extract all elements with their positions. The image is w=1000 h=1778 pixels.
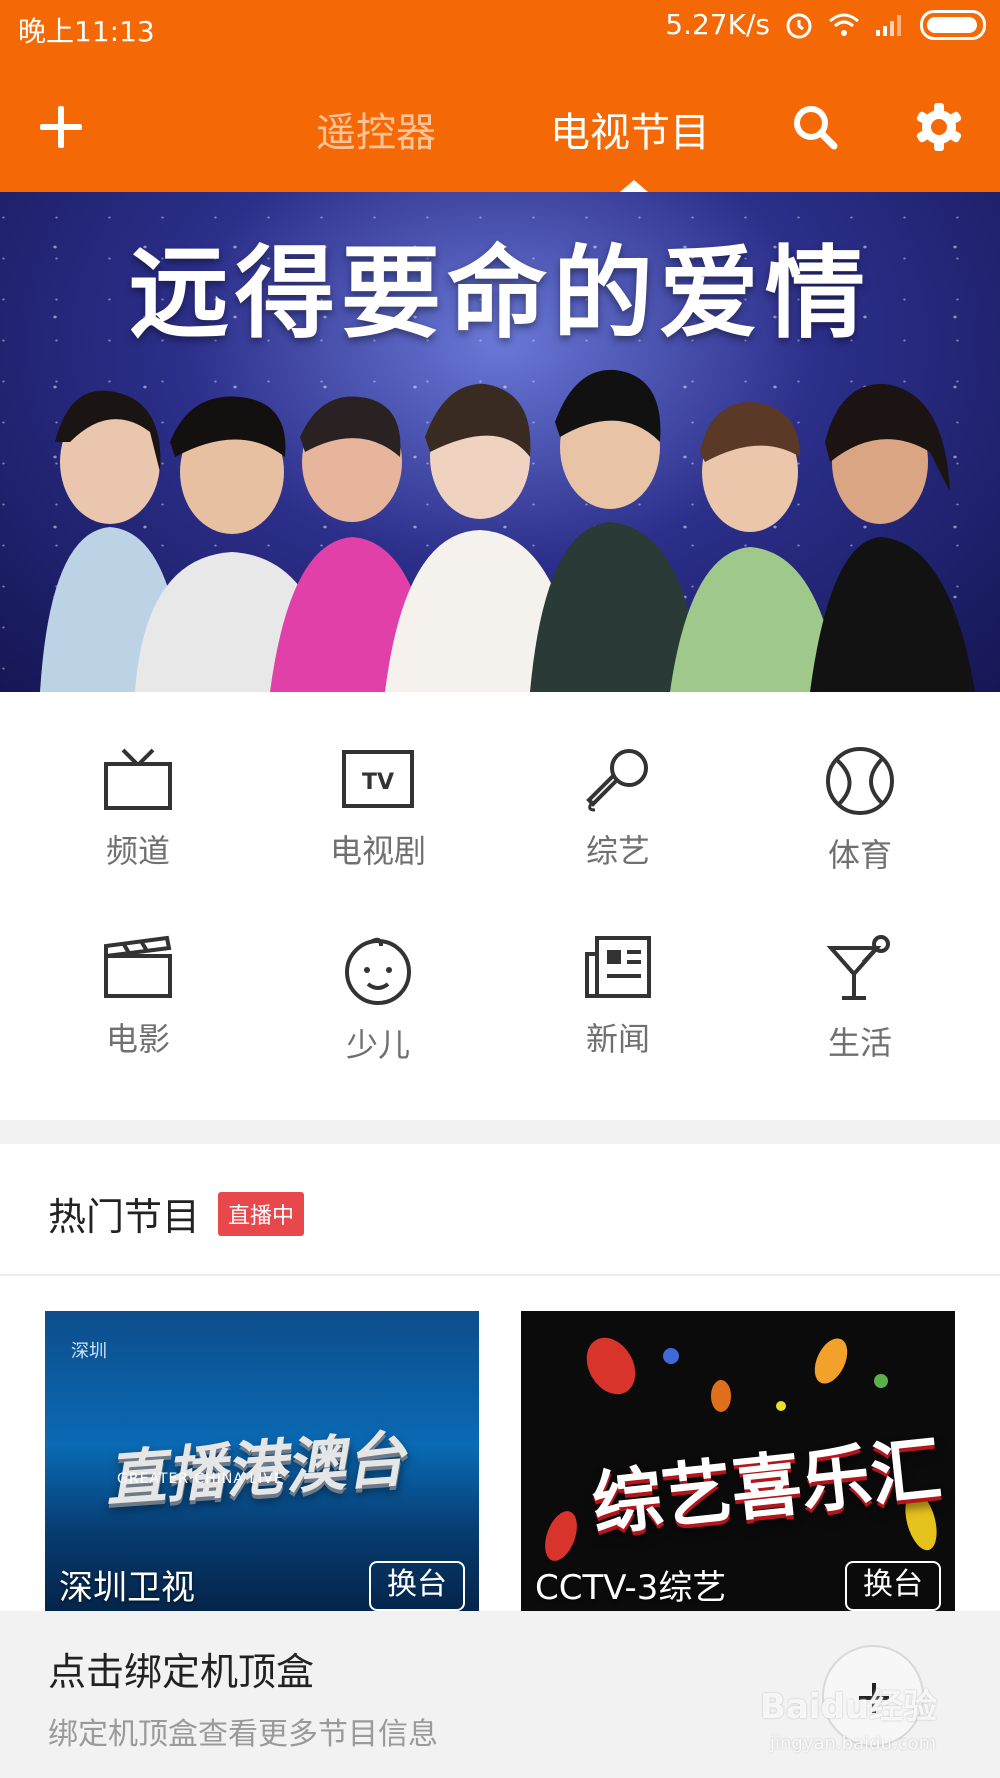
category-grid: 频道 TV 电视剧 综艺 体育 电影 少儿 新闻 生活 (0, 692, 1000, 1120)
live-badge: 直播中 (218, 1191, 305, 1236)
banner-title: 远得要命的爱情 (129, 234, 871, 352)
program-logo-subtitle: GREATER CHINA LIVE (117, 1471, 284, 1487)
hot-programs-header: 热门节目 直播中 (48, 1186, 305, 1241)
category-label: 电视剧 (329, 832, 426, 870)
top-bar: 遥控器 电视节目 (0, 56, 1000, 192)
status-time: 晚上11:13 (18, 15, 155, 48)
program-logo: 直播港澳台 (103, 1424, 408, 1516)
tv-icon: TV (342, 750, 414, 808)
clapperboard-icon (104, 935, 172, 998)
section-title: 热门节目 (48, 1195, 201, 1239)
wifi-icon (829, 13, 859, 36)
category-label: 频道 (105, 832, 170, 870)
category-label: 新闻 (585, 1020, 650, 1058)
switch-channel-button[interactable]: 换台 (845, 1561, 941, 1611)
category-label: 生活 (827, 1024, 892, 1062)
tab-tv-programs[interactable]: 电视节目 (550, 100, 710, 158)
ball-icon (826, 747, 894, 815)
channel-name: 深圳卫视 (59, 1568, 195, 1608)
channel-name: CCTV-3综艺 (535, 1568, 727, 1608)
category-movies[interactable]: 电影 (18, 934, 258, 1060)
baidu-watermark: Baidu经验 (760, 1687, 938, 1727)
category-channels[interactable]: 频道 (18, 746, 258, 872)
microphone-icon (586, 749, 648, 812)
category-life[interactable]: 生活 (740, 934, 980, 1064)
active-tab-indicator (620, 180, 648, 192)
svg-text:TV: TV (362, 770, 394, 795)
category-news[interactable]: 新闻 (498, 934, 738, 1060)
status-bar: 晚上11:13 5.27K/s (0, 0, 1000, 56)
baby-face-icon (345, 937, 411, 1005)
program-card[interactable]: 综艺喜乐汇 CCTV-3综艺 换台 (521, 1311, 955, 1611)
battery-icon (920, 9, 986, 40)
category-label: 体育 (827, 836, 892, 874)
bind-title: 点击绑定机顶盒 (48, 1650, 315, 1694)
category-label: 综艺 (585, 832, 650, 870)
category-label: 少儿 (345, 1026, 410, 1064)
bind-stb-banner[interactable]: 点击绑定机顶盒 绑定机顶盒查看更多节目信息 Baidu经验 jingyan.ba… (0, 1611, 1000, 1778)
signal-icon (876, 14, 901, 36)
network-speed: 5.27K/s (665, 8, 770, 41)
newspaper-icon (585, 936, 651, 998)
baidu-watermark-url: jingyan.baidu.com (770, 1733, 937, 1754)
header-divider (0, 1274, 1000, 1276)
category-kids[interactable]: 少儿 (258, 934, 498, 1066)
section-divider (0, 1120, 1000, 1144)
category-variety[interactable]: 综艺 (498, 746, 738, 872)
channel-watermark: 深圳 (71, 1341, 107, 1362)
tv-channel-icon (104, 748, 172, 810)
category-sports[interactable]: 体育 (740, 746, 980, 876)
gear-icon[interactable] (914, 102, 964, 152)
tab-remote[interactable]: 遥控器 (316, 100, 436, 158)
search-icon[interactable] (790, 102, 840, 152)
bind-subtitle: 绑定机顶盒查看更多节目信息 (48, 1717, 438, 1752)
switch-channel-button[interactable]: 换台 (369, 1561, 465, 1611)
program-card[interactable]: 深圳 直播港澳台 GREATER CHINA LIVE 深圳卫视 换台 (45, 1311, 479, 1611)
alarm-icon (786, 13, 812, 38)
add-button[interactable] (38, 104, 84, 150)
tv-guide-screen: 晚上11:13 5.27K/s 遥控器 电视节目 远得要命的爱情 频道 TV 电… (0, 0, 1000, 1778)
category-label: 电影 (105, 1020, 170, 1058)
promo-banner[interactable]: 远得要命的爱情 (0, 192, 1000, 692)
category-tv-series[interactable]: TV 电视剧 (258, 746, 498, 872)
banner-cast-image (40, 369, 975, 692)
status-icons: 5.27K/s (665, 8, 986, 41)
cocktail-icon (826, 935, 890, 1000)
